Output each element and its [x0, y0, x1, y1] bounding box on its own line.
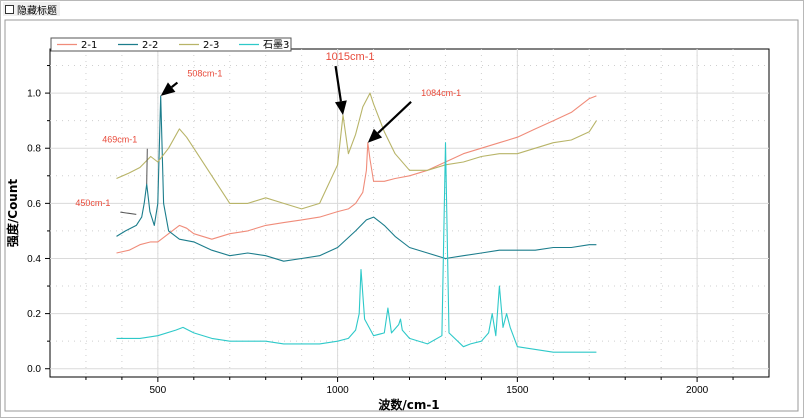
- annotation-leader-line: [146, 148, 148, 185]
- x-tick-label: 2000: [686, 385, 709, 396]
- y-tick-label: 0.0: [27, 364, 41, 375]
- y-tick-label: 1.0: [27, 89, 41, 100]
- legend: 2-1 2-2 2-3 石墨3: [50, 37, 292, 52]
- legend-label: 2-1: [81, 40, 97, 51]
- app-window: 隐藏标题 500 1000 1500 2000 0.0 0.2 0.4 0.6 0.8 1.0 5…: [0, 0, 804, 418]
- annotation-label: 450cm-1: [75, 198, 110, 208]
- x-axis-label: 波数/cm-1: [378, 397, 439, 412]
- annotation-label: 1084cm-1: [421, 88, 461, 98]
- annotation-label: 1015cm-1: [326, 51, 375, 63]
- legend-label: 2-3: [203, 40, 219, 51]
- annotation-label: 508cm-1: [187, 69, 222, 79]
- y-tick-label: 0.6: [27, 199, 41, 210]
- annotation-label: 469cm-1: [102, 135, 137, 145]
- y-tick-label: 0.4: [27, 254, 41, 265]
- legend-label: 石墨3: [263, 39, 289, 51]
- x-tick-label: 1500: [506, 385, 529, 396]
- y-tick-label: 0.8: [27, 144, 41, 155]
- spectrum-chart: 500 1000 1500 2000 0.0 0.2 0.4 0.6 0.8 1.0 508cm-…: [4, 19, 799, 412]
- y-tick-label: 0.2: [27, 309, 41, 320]
- x-tick-label: 500: [150, 385, 167, 396]
- y-axis-label: 强度/Count: [5, 179, 20, 248]
- legend-label: 2-2: [142, 40, 158, 51]
- x-tick-label: 1000: [326, 385, 349, 396]
